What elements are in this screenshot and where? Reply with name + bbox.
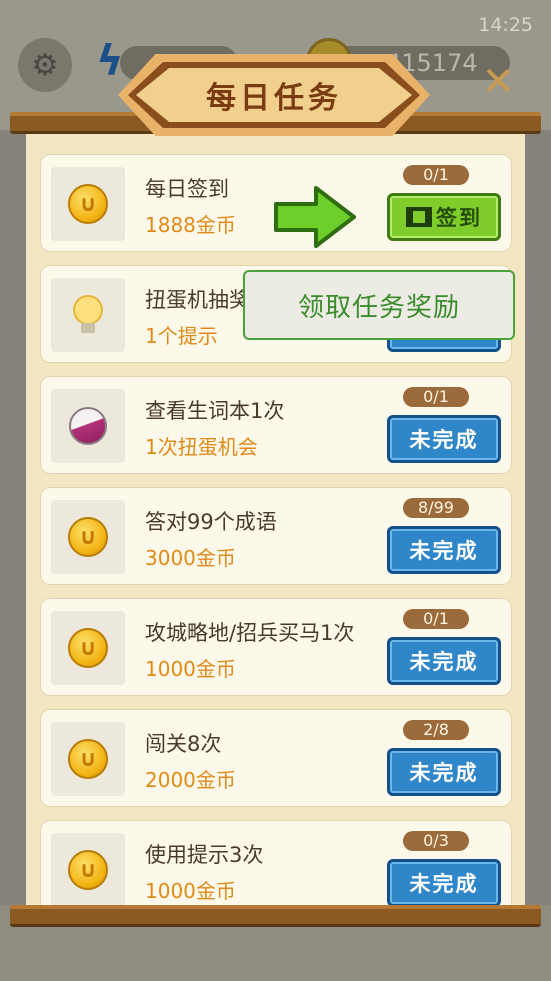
task-card: ∪ 答对99个成语 3000金币 8/99 未完成 (40, 487, 512, 585)
button-label: 签到 (436, 206, 482, 230)
task-card: ∪ 攻城略地/招兵买马1次 1000金币 0/1 未完成 (40, 598, 512, 696)
task-title: 使用提示3次 (145, 843, 264, 867)
task-card: ∪ 闯关8次 2000金币 2/8 未完成 (40, 709, 512, 807)
task-icon-box: ∪ (51, 611, 125, 685)
button-label: 未完成 (409, 761, 479, 785)
task-reward: 1000金币 (145, 657, 236, 681)
task-icon-box: ∪ (51, 500, 125, 574)
coin-icon: ∪ (68, 517, 108, 557)
claim-reward-tooltip: 领取任务奖励 (243, 270, 515, 340)
task-title: 闯关8次 (145, 732, 222, 756)
task-title: 每日签到 (145, 177, 229, 201)
task-card: ∪ 使用提示3次 1000金币 0/3 未完成 (40, 820, 512, 905)
task-reward: 1000金币 (145, 879, 236, 903)
task-reward: 1次扭蛋机会 (145, 435, 258, 459)
incomplete-button[interactable]: 未完成 (387, 748, 501, 796)
task-progress-badge: 0/3 (403, 831, 469, 851)
task-progress-badge: 0/1 (403, 165, 469, 185)
incomplete-button[interactable]: 未完成 (387, 415, 501, 463)
task-icon-box: ∪ (51, 833, 125, 905)
settings-gear-icon: ⚙ (18, 38, 72, 92)
coin-icon: ∪ (68, 628, 108, 668)
task-icon-box: ∪ (51, 722, 125, 796)
coin-icon: ∪ (68, 184, 108, 224)
coin-icon: ∪ (68, 850, 108, 890)
coin-icon: ∪ (68, 739, 108, 779)
task-reward: 1888金币 (145, 213, 236, 237)
lightbulb-icon (73, 295, 103, 335)
task-title: 扭蛋机抽奖 (145, 288, 250, 312)
button-label: 未完成 (409, 650, 479, 674)
task-title: 查看生词本1次 (145, 399, 285, 423)
task-progress-badge: 8/99 (403, 498, 469, 518)
task-progress-badge: 0/1 (403, 609, 469, 629)
button-label: 未完成 (409, 872, 479, 896)
task-icon-box: ∪ (51, 167, 125, 241)
incomplete-button[interactable]: 未完成 (387, 526, 501, 574)
task-progress-badge: 2/8 (403, 720, 469, 740)
task-icon-box (51, 389, 125, 463)
task-card: 查看生词本1次 1次扭蛋机会 0/1 未完成 (40, 376, 512, 474)
incomplete-button[interactable]: 未完成 (387, 637, 501, 685)
incomplete-button[interactable]: 未完成 (387, 859, 501, 905)
task-reward: 3000金币 (145, 546, 236, 570)
task-icon-box (51, 278, 125, 352)
task-progress-badge: 0/1 (403, 387, 469, 407)
dialog-title: 每日任务 (206, 81, 342, 116)
button-label: 未完成 (409, 428, 479, 452)
task-title: 攻城略地/招兵买马1次 (145, 621, 355, 645)
task-title: 答对99个成语 (145, 510, 277, 534)
button-label: 未完成 (409, 539, 479, 563)
panel-bottom-rail (10, 905, 541, 927)
title-banner: 每日任务 (118, 54, 430, 136)
arrow-right-icon (274, 186, 356, 248)
close-icon[interactable]: ✕ (481, 62, 515, 102)
video-ad-icon (406, 207, 432, 227)
task-reward: 2000金币 (145, 768, 236, 792)
status-time: 14:25 (478, 14, 533, 36)
capsule-ball-icon (69, 407, 107, 445)
task-reward: 1个提示 (145, 324, 218, 348)
sign-in-button[interactable]: 签到 (387, 193, 501, 241)
